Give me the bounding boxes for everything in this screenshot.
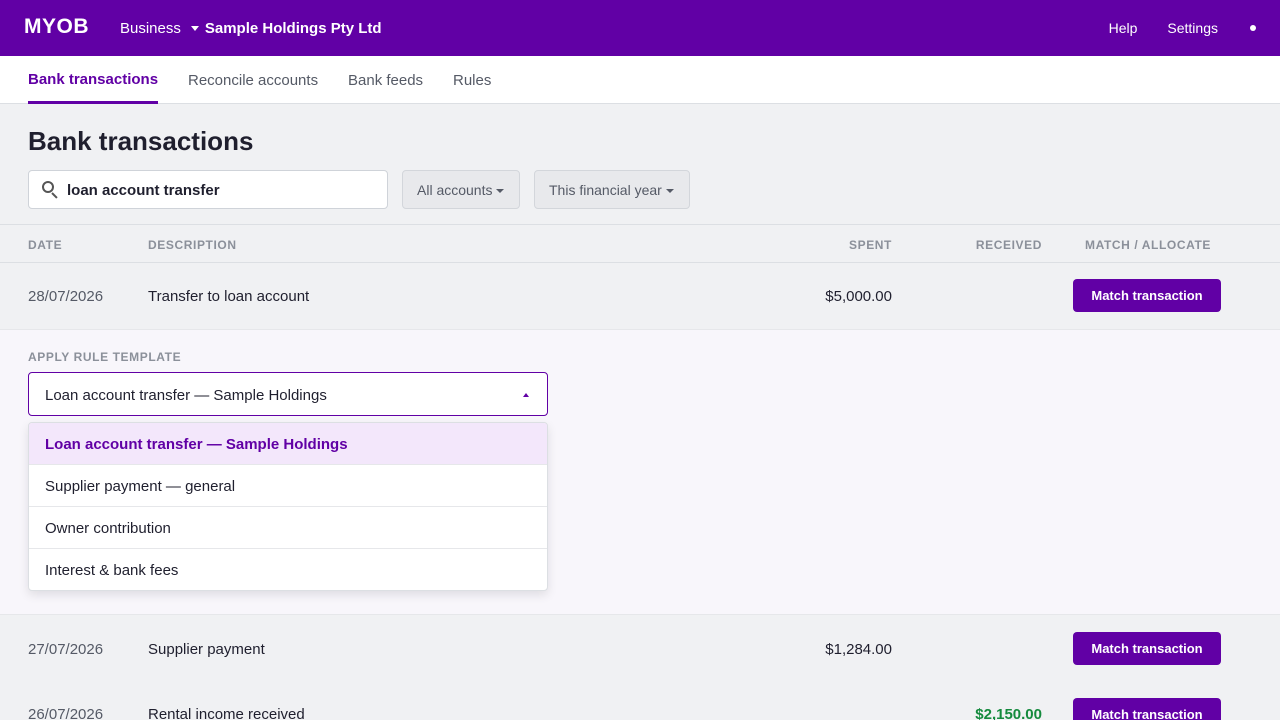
chevron-up-icon bbox=[523, 393, 529, 397]
column-header-spent[interactable]: SPENT bbox=[849, 238, 892, 252]
top-navigation-bar: MYOB Business Sample Holdings Pty Ltd He… bbox=[0, 0, 1280, 56]
row-spent: $1,284.00 bbox=[825, 641, 892, 658]
myob-logo[interactable]: MYOB bbox=[24, 15, 89, 39]
accounts-filter-dropdown[interactable]: All accounts bbox=[402, 170, 520, 209]
search-icon bbox=[42, 181, 58, 199]
column-header-date[interactable]: DATE bbox=[28, 238, 62, 252]
period-filter-dropdown[interactable]: This financial year bbox=[534, 170, 690, 209]
table-row[interactable]: 26/07/2026 Rental income received $2,150… bbox=[0, 682, 1280, 720]
tab-bank-transactions[interactable]: Bank transactions bbox=[28, 71, 158, 88]
tab-reconcile-accounts[interactable]: Reconcile accounts bbox=[188, 72, 318, 89]
match-transaction-button[interactable]: Match transaction bbox=[1073, 698, 1221, 720]
rule-template-select[interactable]: Loan account transfer — Sample Holdings bbox=[28, 372, 548, 416]
tab-rules[interactable]: Rules bbox=[453, 72, 491, 89]
row-date: 26/07/2026 bbox=[28, 706, 104, 720]
tab-bank-feeds[interactable]: Bank feeds bbox=[348, 72, 423, 89]
rule-template-option-loan-transfer[interactable]: Loan account transfer — Sample Holdings bbox=[29, 423, 547, 465]
top-right-menu: Help Settings bbox=[1109, 20, 1256, 36]
sub-navigation-tabs: Bank transactions Reconcile accounts Ban… bbox=[0, 56, 1280, 104]
table-row[interactable]: 28/07/2026 Transfer to loan account $5,0… bbox=[0, 263, 1280, 329]
row-date: 28/07/2026 bbox=[28, 288, 104, 305]
chevron-down-icon bbox=[496, 189, 505, 194]
rule-template-option-interest-fees[interactable]: Interest & bank fees bbox=[29, 549, 547, 590]
row-date: 27/07/2026 bbox=[28, 641, 104, 658]
rule-template-selected-value: Loan account transfer — Sample Holdings bbox=[45, 387, 327, 404]
active-tab-indicator bbox=[28, 101, 158, 104]
page-title: Bank transactions bbox=[28, 126, 254, 156]
help-link[interactable]: Help bbox=[1109, 20, 1138, 36]
rule-template-options-list: Loan account transfer — Sample Holdings … bbox=[28, 422, 548, 591]
chevron-down-icon bbox=[190, 26, 199, 31]
row-description: Transfer to loan account bbox=[148, 288, 310, 305]
table-header: DATE DESCRIPTION SPENT RECEIVED MATCH / … bbox=[0, 224, 1280, 263]
period-filter-label: This financial year bbox=[549, 182, 662, 198]
row-description: Supplier payment bbox=[148, 641, 265, 658]
rule-template-panel: APPLY RULE TEMPLATE Loan account transfe… bbox=[0, 329, 1280, 615]
column-header-description[interactable]: DESCRIPTION bbox=[148, 238, 237, 252]
search-input-value: loan account transfer bbox=[67, 182, 220, 199]
accounts-filter-label: All accounts bbox=[417, 182, 493, 198]
column-header-match-allocate: MATCH / ALLOCATE bbox=[1085, 238, 1212, 252]
apply-rule-template-label: APPLY RULE TEMPLATE bbox=[28, 350, 182, 364]
rule-template-option-owner-contribution[interactable]: Owner contribution bbox=[29, 507, 547, 549]
table-row[interactable]: 27/07/2026 Supplier payment $1,284.00 Ma… bbox=[0, 616, 1280, 682]
business-name: Sample Holdings Pty Ltd bbox=[204, 20, 382, 37]
business-label: Business bbox=[120, 20, 181, 37]
row-spent: $5,000.00 bbox=[825, 288, 892, 305]
match-transaction-button[interactable]: Match transaction bbox=[1073, 279, 1221, 312]
column-header-received[interactable]: RECEIVED bbox=[976, 238, 1042, 252]
search-input[interactable]: loan account transfer bbox=[28, 170, 388, 209]
row-received: $2,150.00 bbox=[975, 706, 1042, 720]
match-transaction-button[interactable]: Match transaction bbox=[1073, 632, 1221, 665]
rule-template-option-supplier-payment[interactable]: Supplier payment — general bbox=[29, 465, 547, 507]
profile-menu-icon[interactable] bbox=[1250, 25, 1256, 31]
settings-link[interactable]: Settings bbox=[1167, 20, 1218, 36]
row-description: Rental income received bbox=[148, 706, 305, 720]
chevron-down-icon bbox=[665, 189, 674, 194]
business-switcher[interactable]: Business Sample Holdings Pty Ltd bbox=[120, 20, 382, 37]
